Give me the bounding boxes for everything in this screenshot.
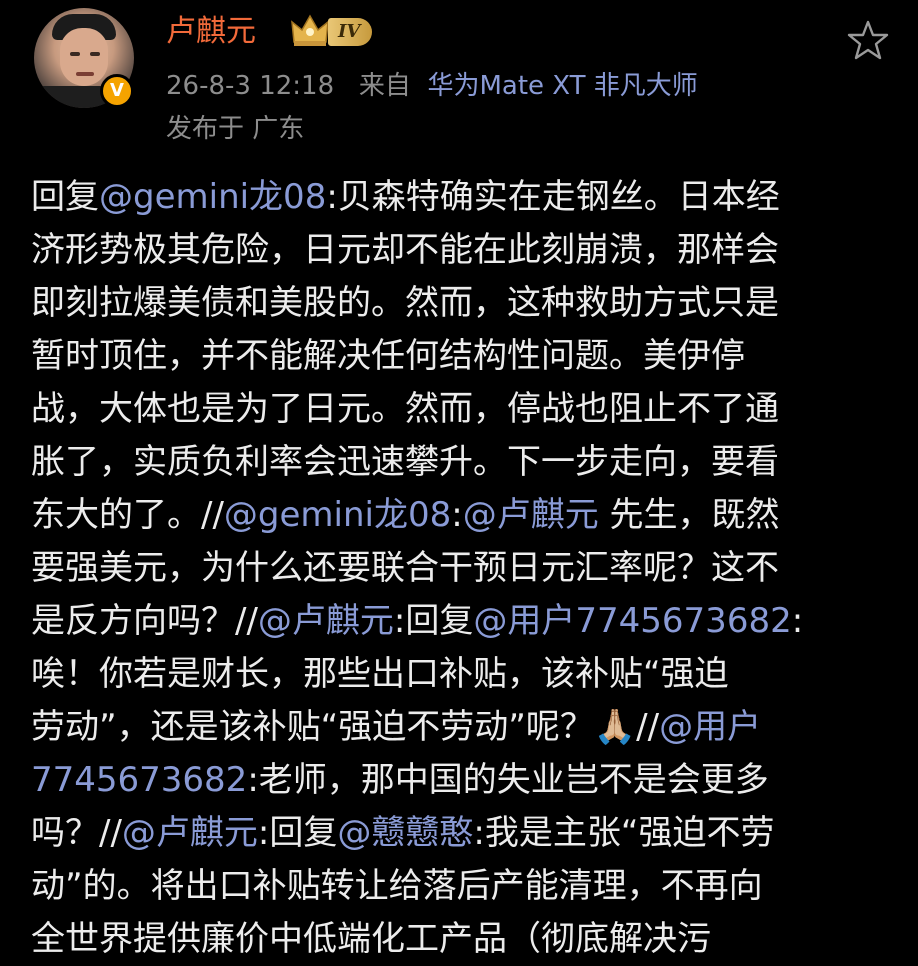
post-text: 先生，既然: [598, 495, 780, 535]
post-text: :贝森特确实在走钢丝。日本经: [326, 177, 780, 217]
post-text-line: 胀了，实质负利率会迅速攀升。下一步走向，要看: [31, 436, 891, 489]
post-meta: 26-8-3 12:18 来自 华为Mate XT 非凡大师: [166, 66, 698, 106]
post-text: :老师，那中国的失业岂不是会更多: [247, 760, 769, 800]
username[interactable]: 卢麒元: [166, 10, 256, 54]
post-text-line: 即刻拉爆美债和美股的。然而，这种救助方式只是: [31, 277, 891, 330]
mention-link[interactable]: @用户: [659, 707, 761, 747]
post-text-line: 战，大体也是为了日元。然而，停战也阻止不了通: [31, 383, 891, 436]
post-text: 即刻拉爆美债和美股的。然而，这种救助方式只是: [31, 283, 779, 323]
verified-badge-icon: V: [100, 74, 134, 108]
post-header: V 卢麒元 IV 26-8-3 12:18 来自 华为Mate XT 非凡大师 …: [0, 0, 918, 160]
post-text-line: 东大的了。//@gemini龙08:@卢麒元 先生，既然: [31, 489, 891, 542]
post-text: 暂时顶住，并不能解决任何结构性问题。美伊停: [31, 336, 745, 376]
post-text: 回复: [31, 177, 99, 217]
post-text-line: 7745673682:老师，那中国的失业岂不是会更多: [31, 754, 891, 807]
post-text-line: 唉！你若是财长，那些出口补贴，该补贴“强迫: [31, 648, 891, 701]
level-badge: IV: [328, 18, 373, 46]
post-time: 26-8-3 12:18: [166, 71, 335, 101]
post-text: 劳动”，还是该补贴“强迫不劳动”呢？🙏🏼//: [31, 707, 660, 747]
post-content: 回复@gemini龙08:贝森特确实在走钢丝。日本经 济形势极其危险，日元却不能在…: [31, 171, 891, 966]
crown-icon: [291, 14, 329, 46]
post-text-line: 动”的。将出口补贴转让给落后产能清理，不再向: [31, 860, 891, 913]
mention-link[interactable]: @gemini龙08: [224, 495, 451, 535]
mention-link[interactable]: 7745673682: [31, 760, 247, 800]
post-text-line: 劳动”，还是该补贴“强迫不劳动”呢？🙏🏼//@用户: [31, 701, 891, 754]
post-text: 济形势极其危险，日元却不能在此刻崩溃，那样会: [31, 230, 779, 270]
mention-link[interactable]: @卢麒元: [122, 813, 258, 853]
post-text: :: [451, 495, 463, 535]
post-location: 发布于 广东: [166, 114, 305, 144]
post-text: 全世界提供廉价中低端化工产品（彻底解决污: [31, 919, 711, 959]
post-text-line: 暂时顶住，并不能解决任何结构性问题。美伊停: [31, 330, 891, 383]
post-text: :回复: [393, 601, 474, 641]
post-text: 胀了，实质负利率会迅速攀升。下一步走向，要看: [31, 442, 779, 482]
post-text-line: 要强美元，为什么还要联合干预日元汇率呢？这不: [31, 542, 891, 595]
mention-link[interactable]: @卢麒元: [463, 495, 599, 535]
post-text-line: 回复@gemini龙08:贝森特确实在走钢丝。日本经: [31, 171, 891, 224]
post-text: 唉！你若是财长，那些出口补贴，该补贴“强迫: [31, 654, 729, 694]
post-text-line: 吗？//@卢麒元:回复@戆戆憨:我是主张“强迫不劳: [31, 807, 891, 860]
post-text: 动”的。将出口补贴转让给落后产能清理，不再向: [31, 866, 763, 906]
post-text: 东大的了。//: [31, 495, 224, 535]
mention-link[interactable]: @卢麒元: [258, 601, 394, 641]
post-text: 要强美元，为什么还要联合干预日元汇率呢？这不: [31, 548, 779, 588]
post-text-line: 济形势极其危险，日元却不能在此刻崩溃，那样会: [31, 224, 891, 277]
post-text: 是反方向吗？//: [31, 601, 258, 641]
source-prefix: 来自: [358, 71, 411, 101]
post-text: :: [791, 601, 804, 641]
post-text: 吗？//: [31, 813, 122, 853]
device-link[interactable]: 华为Mate XT 非凡大师: [427, 71, 697, 101]
mention-link[interactable]: @戆戆憨: [337, 813, 473, 853]
post-text-line: 是反方向吗？//@卢麒元:回复@用户7745673682:: [31, 595, 891, 648]
post-text: :我是主张“强迫不劳: [473, 813, 775, 853]
favorite-star-icon[interactable]: [846, 18, 890, 62]
post-text: :回复: [257, 813, 338, 853]
mention-link[interactable]: @gemini龙08: [99, 177, 326, 217]
post-text-line: 全世界提供廉价中低端化工产品（彻底解决污: [31, 913, 891, 966]
post-text: 战，大体也是为了日元。然而，停战也阻止不了通: [31, 389, 779, 429]
mention-link[interactable]: @用户7745673682: [473, 601, 791, 641]
